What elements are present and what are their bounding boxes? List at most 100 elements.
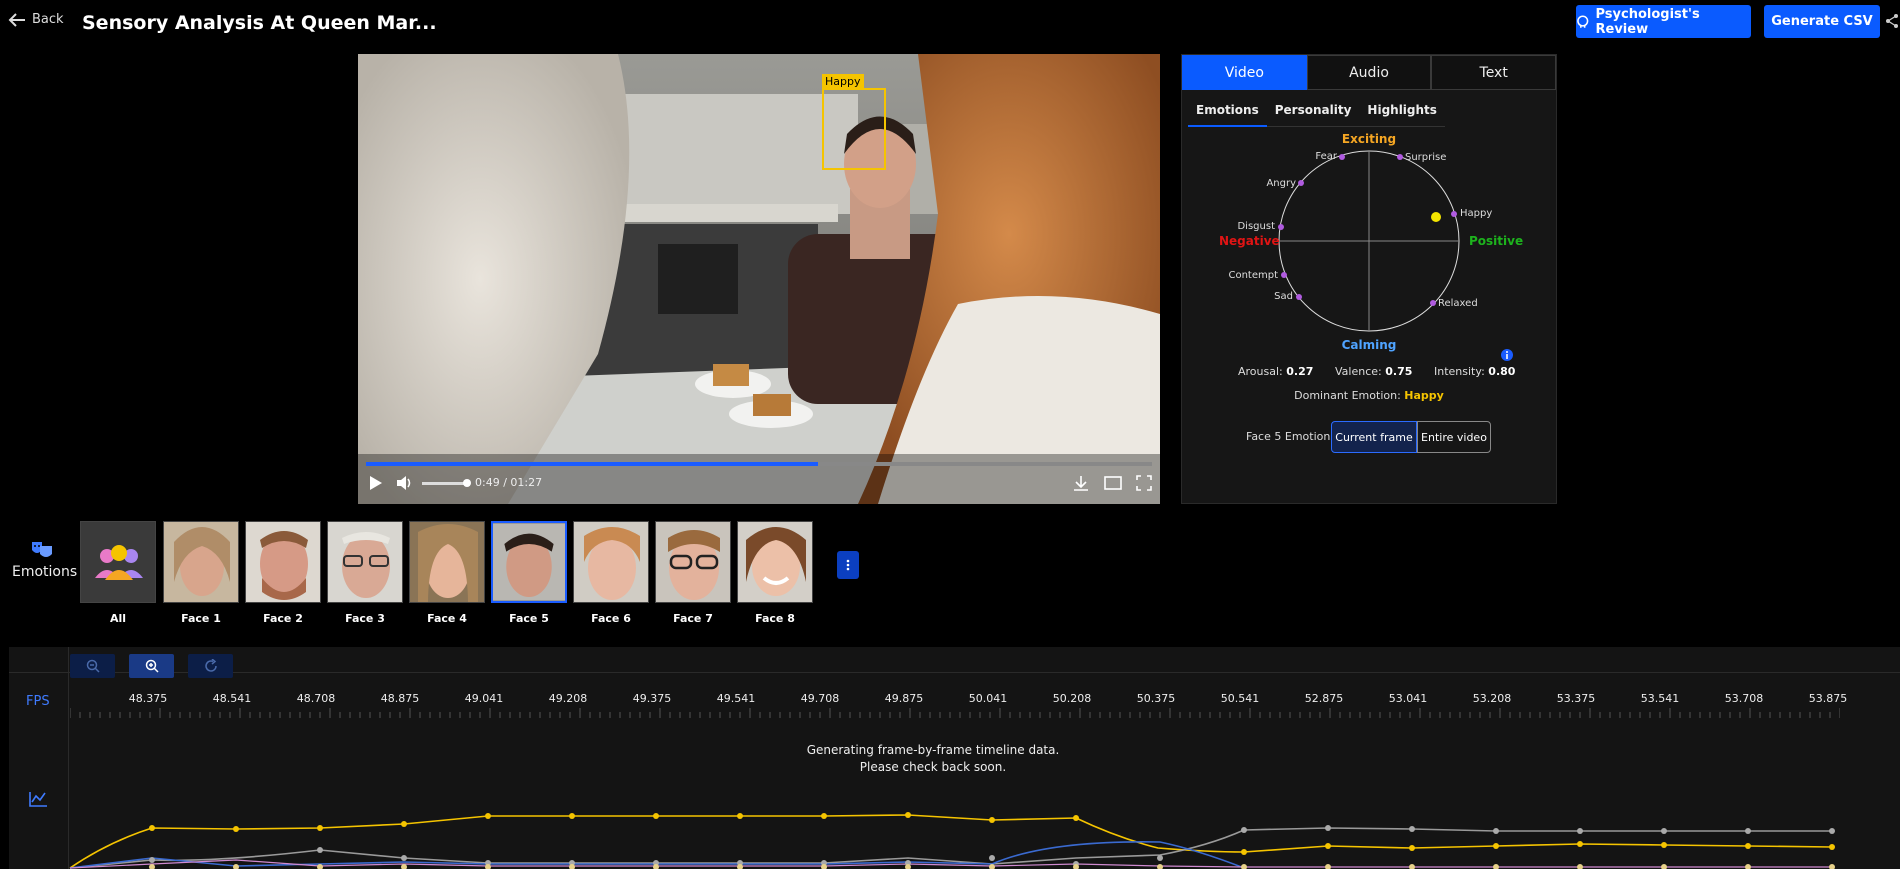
emotion-dot-disgust (1278, 224, 1284, 230)
zoom-in-icon (145, 659, 159, 673)
emotion-label-angry: Angry (1266, 178, 1296, 189)
tab-audio[interactable]: Audio (1306, 55, 1432, 90)
video-player[interactable] (358, 54, 1160, 504)
emotion-dot-surprise (1397, 154, 1403, 160)
analysis-panel: Video Audio Text Emotions Personality Hi… (1181, 54, 1557, 504)
video-progress-fill (366, 462, 818, 466)
volume-slider[interactable] (422, 482, 467, 485)
face-card-7[interactable] (655, 521, 731, 603)
series-point-base (1241, 864, 1247, 869)
timeline-loading-message: Generating frame-by-frame timeline data.… (733, 742, 1133, 776)
face-card-1[interactable] (163, 521, 239, 603)
subtab-emotions[interactable]: Emotions (1188, 99, 1267, 127)
entire-video-button[interactable]: Entire video (1417, 421, 1491, 453)
axis-exciting: Exciting (1342, 132, 1396, 146)
face-card-8[interactable] (737, 521, 813, 603)
zoom-in-button[interactable] (129, 654, 174, 678)
series-point-yellow (1493, 843, 1499, 849)
tab-video[interactable]: Video (1182, 55, 1307, 90)
more-faces-button[interactable] (837, 551, 859, 579)
face-name-7: Face 7 (673, 612, 713, 625)
tick-label: 50.041 (968, 692, 1008, 705)
face-thumbnail (738, 522, 812, 602)
face-card-6[interactable] (573, 521, 649, 603)
series-line-gray (69, 827, 1832, 869)
face-card-all[interactable] (80, 521, 156, 603)
valence-metric: Valence: 0.75 (1335, 365, 1412, 378)
current-frame-button[interactable]: Current frame (1331, 421, 1417, 453)
share-icon[interactable] (1886, 14, 1898, 28)
generate-csv-button[interactable]: Generate CSV (1764, 5, 1880, 38)
face-thumbnail (574, 522, 648, 602)
tick-label: 49.541 (716, 692, 756, 705)
review-label: Psychologist's Review (1595, 6, 1700, 37)
tick-label: 48.541 (212, 692, 252, 705)
emotion-dot-relaxed (1430, 300, 1436, 306)
emotion-timeline-chart (69, 812, 1835, 869)
series-point-base (1325, 864, 1331, 869)
series-point-base (149, 864, 155, 869)
dominant-emotion: Dominant Emotion: Happy (1182, 389, 1556, 402)
axis-calming: Calming (1342, 338, 1397, 352)
fullscreen-icon[interactable] (1136, 475, 1152, 491)
tab-text[interactable]: Text (1431, 55, 1557, 90)
line-chart-icon[interactable] (28, 790, 48, 808)
series-point-gray (1745, 828, 1751, 834)
tick-label: 53.041 (1388, 692, 1428, 705)
face-card-5[interactable] (491, 521, 567, 603)
video-frame (358, 54, 1160, 504)
face-name-5: Face 5 (509, 612, 549, 625)
psychologists-review-button[interactable]: Psychologist's Review (1576, 5, 1751, 38)
series-point-base (1745, 864, 1751, 869)
face-card-4[interactable] (409, 521, 485, 603)
series-point-yellow (821, 813, 827, 819)
volume-knob[interactable] (463, 479, 471, 487)
tick-label: 49.041 (464, 692, 504, 705)
emotion-dot-angry (1298, 180, 1304, 186)
face-card-3[interactable] (327, 521, 403, 603)
theater-mode-icon[interactable] (1104, 476, 1122, 490)
emotions-nav-label: Emotions (12, 564, 78, 580)
series-point-yellow (1829, 844, 1835, 850)
subtab-highlights[interactable]: Highlights (1359, 99, 1445, 127)
emotion-label-surprise: Surprise (1405, 152, 1446, 163)
zoom-out-button[interactable] (70, 654, 115, 678)
play-icon[interactable] (368, 474, 384, 492)
face-thumbnail (246, 522, 320, 602)
face-thumbnail (164, 522, 238, 602)
reset-zoom-button[interactable] (188, 654, 233, 678)
media-tabs: Video Audio Text (1182, 55, 1557, 90)
face-emotion-scope: Face 5 Emotions: Current frame Entire vi… (1182, 421, 1556, 453)
timeline-toolbar (70, 654, 233, 678)
info-icon[interactable] (1500, 348, 1514, 362)
emotions-nav[interactable]: Emotions (12, 540, 78, 580)
tick-label: 48.375 (128, 692, 168, 705)
face-name-3: Face 3 (345, 612, 385, 625)
series-point-gray (149, 857, 155, 863)
back-button[interactable]: Back (8, 12, 64, 27)
emotion-dot-fear (1339, 154, 1345, 160)
emotion-label-disgust: Disgust (1237, 221, 1275, 232)
volume-icon[interactable] (396, 475, 414, 491)
series-point-yellow (1577, 841, 1583, 847)
series-point-yellow (569, 813, 575, 819)
dominant-label: Dominant Emotion: (1294, 389, 1401, 402)
face-name-8: Face 8 (755, 612, 795, 625)
subtab-personality[interactable]: Personality (1266, 99, 1360, 127)
page-title: Sensory Analysis At Queen Mar... (82, 12, 437, 34)
tick-label: 49.375 (632, 692, 672, 705)
download-icon[interactable] (1072, 474, 1090, 492)
series-point-yellow (1241, 849, 1247, 855)
face-card-2[interactable] (245, 521, 321, 603)
emotion-label-relaxed: Relaxed (1438, 298, 1478, 309)
series-point-gray (1493, 828, 1499, 834)
tick-label: 53.375 (1556, 692, 1596, 705)
back-label: Back (32, 12, 64, 27)
emotion-dot-sad (1296, 294, 1302, 300)
message-line-2: Please check back soon. (859, 760, 1007, 774)
video-progress-bar[interactable] (366, 462, 1152, 466)
series-point-yellow (1073, 815, 1079, 821)
arrow-left-icon (8, 12, 25, 27)
series-point-gray (1661, 828, 1667, 834)
emotion-circumplex: Exciting Calming Negative Positive Fear … (1219, 132, 1523, 352)
